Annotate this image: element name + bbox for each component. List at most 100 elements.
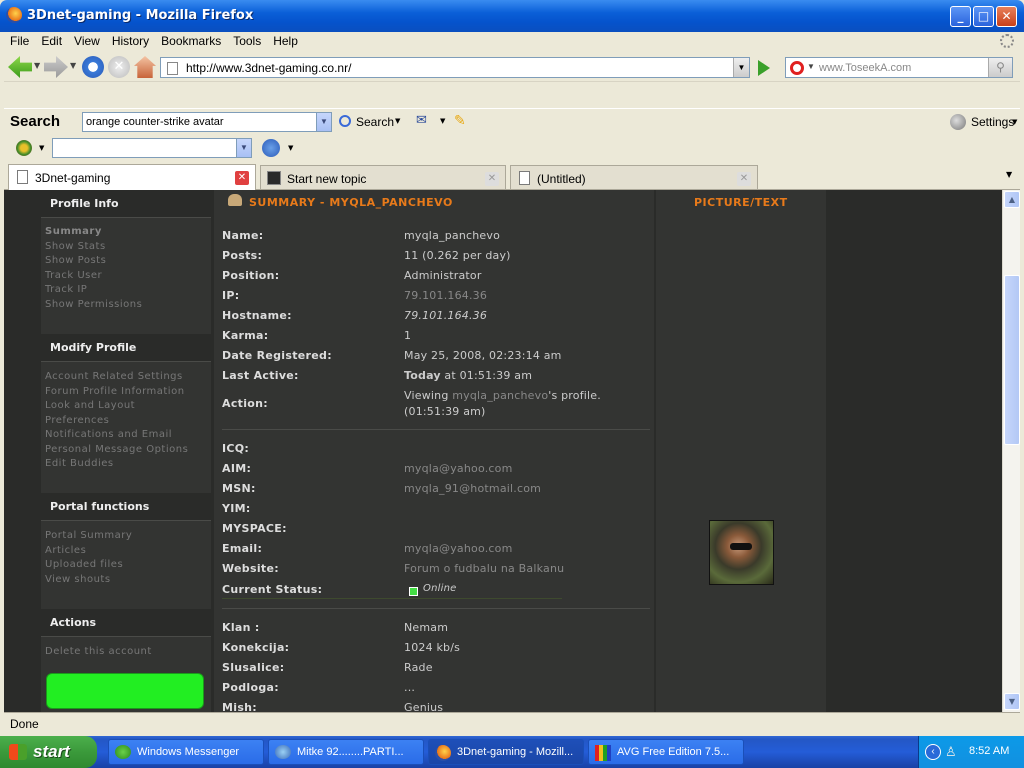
taskbar-item-chat[interactable]: Mitke 92........PARTI... xyxy=(268,739,424,765)
sidebar-link-look-layout[interactable]: Look and Layout xyxy=(45,400,135,411)
section-actions: Actions xyxy=(41,609,211,637)
menu-tools[interactable]: Tools xyxy=(227,32,267,48)
sidebar-link-forum-profile[interactable]: Forum Profile Information xyxy=(45,386,185,397)
taskbar: start Windows Messenger Mitke 92........… xyxy=(0,736,1024,768)
sidebar-link-show-posts[interactable]: Show Posts xyxy=(45,255,106,266)
search-engine-icon[interactable] xyxy=(790,61,804,75)
menu-help[interactable]: Help xyxy=(267,32,304,48)
url-bar[interactable]: http://www.3dnet-gaming.co.nr/ ▼ xyxy=(160,57,750,78)
sidebar-link-track-user[interactable]: Track User xyxy=(45,270,102,281)
tab-untitled[interactable]: (Untitled) ✕ xyxy=(510,165,758,189)
value-ip-link[interactable]: 79.101.164.36 xyxy=(404,289,487,302)
sidebar-link-articles[interactable]: Articles xyxy=(45,545,86,556)
vertical-scrollbar[interactable]: ▲ ▼ xyxy=(1002,190,1020,712)
mail-icon[interactable]: ✉ xyxy=(416,113,427,128)
sidebar-link-notifications[interactable]: Notifications and Email xyxy=(45,429,172,440)
toolbar-search-input[interactable]: orange counter-strike avatar ▼ xyxy=(82,112,332,132)
green-banner xyxy=(46,673,204,709)
scroll-down-icon[interactable]: ▼ xyxy=(1004,693,1020,710)
network-users-icon[interactable]: ♙ xyxy=(945,744,961,760)
globe-dropdown-icon[interactable]: ▼ xyxy=(288,144,293,152)
forward-icon[interactable] xyxy=(44,56,68,78)
toolbar-search-dropdown-icon[interactable]: ▼ xyxy=(316,113,331,131)
minimize-button[interactable]: _ xyxy=(950,6,971,27)
taskbar-item-avg[interactable]: AVG Free Edition 7.5... xyxy=(588,739,744,765)
globe-search-icon[interactable] xyxy=(262,139,280,157)
tab-list-dropdown-icon[interactable]: ▼ xyxy=(1006,170,1012,179)
back-icon[interactable] xyxy=(8,56,32,78)
sidebar-link-delete-account[interactable]: Delete this account xyxy=(45,646,152,657)
value-email-link[interactable]: myqla@yahoo.com xyxy=(404,542,512,555)
stop-icon[interactable]: ✕ xyxy=(108,56,130,78)
sidebar-link-uploaded-files[interactable]: Uploaded files xyxy=(45,559,123,570)
go-icon[interactable] xyxy=(758,60,770,76)
value-konekcija: 1024 kb/s xyxy=(404,641,461,654)
label-hostname: Hostname: xyxy=(222,309,292,322)
value-last-active-time: at 01:51:39 am xyxy=(440,369,533,382)
url-dropdown-icon[interactable]: ▼ xyxy=(733,58,749,77)
label-karma: Karma: xyxy=(222,329,269,342)
extension-combo[interactable]: ▼ xyxy=(52,138,252,158)
taskbar-item-firefox[interactable]: 3Dnet-gaming - Mozill... xyxy=(428,739,584,765)
menu-bookmarks[interactable]: Bookmarks xyxy=(155,32,227,48)
menu-file[interactable]: File xyxy=(4,32,35,48)
menu-history[interactable]: History xyxy=(106,32,155,48)
value-aim-link[interactable]: myqla@yahoo.com xyxy=(404,462,512,475)
clock[interactable]: 8:52 AM xyxy=(969,745,1009,757)
settings-icon[interactable] xyxy=(950,114,966,130)
sidebar-link-edit-buddies[interactable]: Edit Buddies xyxy=(45,458,114,469)
sidebar-link-summary[interactable]: Summary xyxy=(45,226,102,237)
tab-start-new-topic[interactable]: Start new topic ✕ xyxy=(260,165,506,189)
start-button[interactable]: start xyxy=(0,736,97,768)
close-tab-icon[interactable]: ✕ xyxy=(485,172,499,186)
back-dropdown-icon[interactable]: ▼ xyxy=(34,61,40,70)
settings-dropdown-icon[interactable]: ▼ xyxy=(1012,118,1017,126)
close-button[interactable]: ✕ xyxy=(996,6,1017,27)
sidebar-link-preferences[interactable]: Preferences xyxy=(45,415,109,426)
label-email: Email: xyxy=(222,542,263,555)
status-bar: Done xyxy=(4,712,1020,736)
web-search-input[interactable]: ▼ www.ToseekA.com ⚲ xyxy=(785,57,1013,78)
sidebar-link-pm-options[interactable]: Personal Message Options xyxy=(45,444,188,455)
close-tab-icon[interactable]: ✕ xyxy=(235,171,249,185)
highlight-icon[interactable]: ✎ xyxy=(454,113,466,129)
picture-header: PICTURE/TEXT xyxy=(694,196,788,209)
scroll-up-icon[interactable]: ▲ xyxy=(1004,191,1020,208)
settings-button[interactable]: Settings xyxy=(971,115,1014,129)
label-konekcija: Konekcija: xyxy=(222,641,290,654)
page-icon xyxy=(519,171,530,185)
menu-edit[interactable]: Edit xyxy=(35,32,68,48)
sidebar-link-account-settings[interactable]: Account Related Settings xyxy=(45,371,183,382)
magnifier-icon[interactable]: ⚲ xyxy=(988,58,1012,77)
home-icon[interactable] xyxy=(134,56,156,78)
extension-combo-dropdown-icon[interactable]: ▼ xyxy=(236,139,251,157)
reload-icon[interactable] xyxy=(82,56,104,78)
close-tab-icon[interactable]: ✕ xyxy=(737,172,751,186)
value-website-link[interactable]: Forum o fudbalu na Balkanu xyxy=(404,562,564,575)
search-engine-dropdown-icon[interactable]: ▼ xyxy=(807,62,815,71)
value-msn-link[interactable]: myqla_91@hotmail.com xyxy=(404,482,541,495)
sidebar-link-show-permissions[interactable]: Show Permissions xyxy=(45,299,142,310)
action-user-link[interactable]: myqla_panchevo xyxy=(452,389,548,402)
tab-bar: 3Dnet-gaming ✕ Start new topic ✕ (Untitl… xyxy=(4,162,1020,190)
mail-dropdown-icon[interactable]: ▼ xyxy=(440,117,445,125)
search-button-dropdown-icon[interactable]: ▼ xyxy=(395,117,400,125)
taskbar-item-label: 3Dnet-gaming - Mozill... xyxy=(457,746,574,758)
tab-3dnet-gaming[interactable]: 3Dnet-gaming ✕ xyxy=(8,164,256,190)
menu-view[interactable]: View xyxy=(68,32,106,48)
sidebar-link-portal-summary[interactable]: Portal Summary xyxy=(45,530,132,541)
taskbar-item-windows-messenger[interactable]: Windows Messenger xyxy=(108,739,264,765)
sidebar-link-view-shouts[interactable]: View shouts xyxy=(45,574,111,585)
throbber-icon xyxy=(1000,34,1014,48)
sidebar-link-track-ip[interactable]: Track IP xyxy=(45,284,87,295)
scroll-thumb[interactable] xyxy=(1004,275,1020,445)
picture-panel: PICTURE/TEXT xyxy=(656,190,826,712)
toolbar-search-button[interactable]: Search xyxy=(356,115,394,129)
extension-dropdown-icon[interactable]: ▼ xyxy=(39,144,44,152)
sidebar-link-show-stats[interactable]: Show Stats xyxy=(45,241,106,252)
maximize-button[interactable]: □ xyxy=(973,6,994,27)
forward-dropdown-icon[interactable]: ▼ xyxy=(70,61,76,70)
extension-icon[interactable] xyxy=(16,140,32,156)
tray-expand-icon[interactable]: ‹ xyxy=(925,744,941,760)
section-portal-functions: Portal functions xyxy=(41,493,211,521)
